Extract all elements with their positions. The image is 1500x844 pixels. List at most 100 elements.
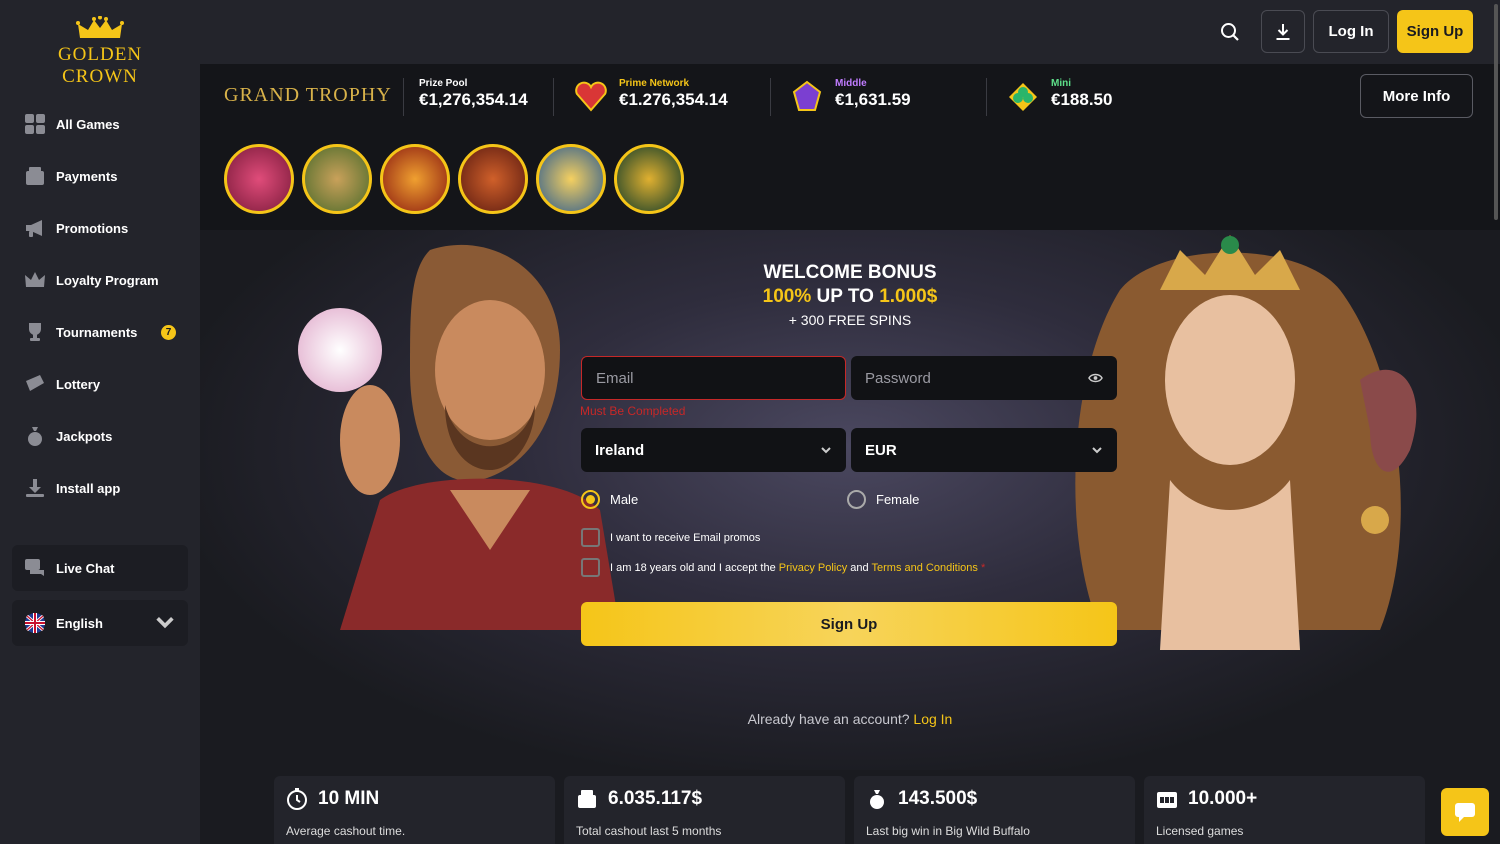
already-text: Already have an account? <box>747 711 914 727</box>
scrollbar[interactable] <box>1494 4 1498 220</box>
purple-gem-icon <box>792 80 822 111</box>
live-chat-label: Live Chat <box>56 560 115 576</box>
sidebar-item-lottery[interactable]: Lottery <box>12 358 188 410</box>
email-error-message: Must Be Completed <box>580 404 686 418</box>
sidebar-item-loyalty-program[interactable]: Loyalty Program <box>12 254 188 306</box>
sidebar-item-tournaments[interactable]: Tournaments 7 <box>12 306 188 358</box>
chat-icon <box>25 559 44 576</box>
email-field[interactable] <box>581 356 846 400</box>
wallet-icon <box>24 165 46 187</box>
sidebar-item-label: Promotions <box>56 220 129 236</box>
jackpot-tier-middle: Middle €1,631.59 <box>835 78 911 116</box>
bonus-percent: 100% <box>762 286 812 307</box>
jackpot-tier-prime: Prime Network €1.276,354.14 <box>619 78 728 116</box>
sidebar-item-all-games[interactable]: All Games <box>12 98 188 150</box>
divider <box>403 78 404 116</box>
stat-label: Average cashout time. <box>286 824 406 838</box>
header-login-button[interactable]: Log In <box>1313 10 1389 53</box>
heart-gem-icon <box>575 81 607 112</box>
sidebar: GOLDEN CROWN All Games Payments Promotio… <box>0 0 200 844</box>
email-input[interactable] <box>596 369 831 387</box>
game-thumb-coins[interactable] <box>380 144 450 214</box>
gender-female-label: Female <box>876 492 920 507</box>
stat-value: 10.000+ <box>1188 788 1258 809</box>
eye-icon[interactable] <box>1088 372 1103 384</box>
terms-and: and <box>847 561 872 574</box>
money-bag-icon <box>24 425 46 447</box>
game-thumb-gold-coins[interactable] <box>614 144 684 214</box>
bonus-amount: 1.000$ <box>879 286 938 307</box>
sidebar-item-promotions[interactable]: Promotions <box>12 202 188 254</box>
language-selector[interactable]: English <box>12 600 188 646</box>
bonus-up-to: UP TO <box>811 286 880 307</box>
sidebar-item-label: Loyalty Program <box>56 272 159 288</box>
money-bag-icon <box>870 790 884 809</box>
sidebar-item-label: Lottery <box>56 376 101 392</box>
sidebar-item-jackpots[interactable]: Jackpots <box>12 410 188 462</box>
password-field[interactable] <box>851 356 1117 400</box>
slot-machine-icon <box>1157 792 1177 808</box>
tier-label: Middle <box>835 78 867 89</box>
stat-label: Total cashout last 5 months <box>576 824 722 838</box>
top-header: Log In Sign Up <box>200 0 1500 64</box>
game-thumb-crown[interactable] <box>536 144 606 214</box>
sidebar-item-label: Jackpots <box>56 428 113 444</box>
ticket-icon <box>24 373 46 395</box>
hero-signup-section: WELCOME BONUS 100% UP TO 1.000$ + 300 FR… <box>200 230 1500 770</box>
stat-value: 143.500$ <box>898 788 978 809</box>
download-icon <box>1276 23 1290 40</box>
stat-card-licensed-games: 10.000+ Licensed games <box>1144 776 1425 844</box>
stat-label: Last big win in Big Wild Buffalo <box>866 824 1030 838</box>
terms-conditions-link[interactable]: Terms and Conditions <box>872 562 978 574</box>
tier-value: €1.276,354.14 <box>619 90 728 109</box>
logo-text: GOLDEN CROWN <box>57 44 143 87</box>
stopwatch-icon <box>287 788 307 810</box>
divider <box>553 78 554 116</box>
email-promos-checkbox[interactable]: I want to receive Email promos <box>581 528 760 547</box>
chat-bubble-icon <box>1455 803 1475 822</box>
search-button[interactable] <box>1213 10 1247 53</box>
trophy-icon <box>24 321 46 343</box>
privacy-policy-link[interactable]: Privacy Policy <box>779 562 847 574</box>
chat-fab-button[interactable] <box>1441 788 1489 836</box>
password-input[interactable] <box>865 369 1089 387</box>
sidebar-item-payments[interactable]: Payments <box>12 150 188 202</box>
divider <box>986 78 987 116</box>
stat-card-big-win: 143.500$ Last big win in Big Wild Buffal… <box>854 776 1135 844</box>
uk-flag-icon <box>25 613 45 633</box>
logo[interactable]: GOLDEN CROWN <box>20 16 180 87</box>
terms-prefix: I am 18 years old and I accept the <box>610 561 779 574</box>
game-thumb-lady[interactable] <box>302 144 372 214</box>
gender-male-label: Male <box>610 492 639 507</box>
sidebar-item-label: All Games <box>56 116 120 132</box>
search-icon <box>1221 22 1239 41</box>
game-thumb-dice[interactable] <box>224 144 294 214</box>
stat-card-total-cashout: 6.035.117$ Total cashout last 5 months <box>564 776 845 844</box>
login-link[interactable]: Log In <box>913 711 952 727</box>
clover-gem-icon <box>1009 83 1037 111</box>
already-have-account: Already have an account? Log In <box>200 711 1500 727</box>
chevron-down-icon <box>821 447 831 454</box>
jackpot-tier-mini: Mini €188.50 <box>1051 78 1112 116</box>
terms-label: I am 18 years old and I accept the Priva… <box>610 562 985 574</box>
signup-submit-button[interactable]: Sign Up <box>581 602 1117 646</box>
currency-select[interactable]: EUR <box>851 428 1117 472</box>
sidebar-item-install-app[interactable]: Install app <box>12 462 188 514</box>
sidebar-nav: All Games Payments Promotions Loyalty Pr… <box>12 98 188 514</box>
game-thumb-big-wild-buffalo[interactable] <box>458 144 528 214</box>
divider <box>770 78 771 116</box>
crown-icon <box>24 269 46 291</box>
prize-pool-label: Prize Pool <box>419 78 468 89</box>
download-app-button[interactable] <box>1261 10 1305 53</box>
tier-value: €1,631.59 <box>835 90 911 109</box>
tournaments-badge: 7 <box>161 324 176 340</box>
live-chat-button[interactable]: Live Chat <box>12 545 188 591</box>
header-signup-button[interactable]: Sign Up <box>1397 10 1473 53</box>
stat-value: 10 MIN <box>318 788 380 809</box>
terms-checkbox[interactable]: I am 18 years old and I accept the Priva… <box>581 558 985 577</box>
country-select[interactable]: Ireland <box>581 428 846 472</box>
welcome-bonus-offer: 100% UP TO 1.000$ <box>200 286 1500 308</box>
gender-female-radio[interactable]: Female <box>847 490 919 509</box>
gender-male-radio[interactable]: Male <box>581 490 638 509</box>
more-info-button[interactable]: More Info <box>1360 74 1473 118</box>
